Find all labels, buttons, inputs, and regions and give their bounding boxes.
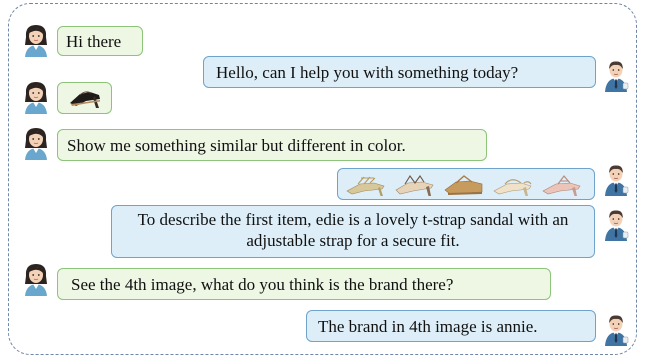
- assistant-message-bubble: To describe the first item, edie is a lo…: [111, 205, 595, 258]
- user-message-bubble: See the 4th image, what do you think is …: [57, 268, 551, 300]
- tan-wedge-sandal-image: [444, 175, 483, 195]
- assistant-message-bubble: Hello, can I help you with something tod…: [203, 56, 596, 88]
- man-avatar-icon: [602, 207, 630, 241]
- user-message-bubble: Hi there: [57, 26, 143, 56]
- assistant-message-text: To describe the first item, edie is a lo…: [137, 210, 569, 250]
- user-message-bubble: Show me something similar but different …: [57, 129, 487, 161]
- beige-strappy-sandal-image: [395, 175, 434, 196]
- user-message-text: Hi there: [66, 32, 122, 51]
- assistant-message-bubble: The brand in 4th image is annie.: [306, 310, 596, 342]
- black-heeled-sandal-image: [70, 91, 100, 108]
- user-image-bubble: [57, 82, 112, 114]
- woman-avatar-icon: [22, 126, 50, 160]
- user-message-text: See the 4th image, what do you think is …: [71, 275, 454, 294]
- woman-avatar-icon: [22, 80, 50, 114]
- man-avatar-icon: [602, 58, 630, 92]
- assistant-image-bubble: [337, 168, 595, 200]
- woman-avatar-icon: [22, 23, 50, 57]
- user-message-text: Show me something similar but different …: [67, 136, 406, 155]
- beige-slingback-heel-image: [493, 179, 532, 196]
- man-avatar-icon: [602, 162, 630, 196]
- assistant-message-text: Hello, can I help you with something tod…: [216, 63, 519, 82]
- gold-strappy-sandal-image: [346, 176, 385, 196]
- woman-avatar-icon: [22, 262, 50, 296]
- pink-t-strap-sandal-image: [542, 175, 581, 196]
- man-avatar-icon: [602, 312, 630, 346]
- assistant-message-text: The brand in 4th image is annie.: [318, 317, 538, 336]
